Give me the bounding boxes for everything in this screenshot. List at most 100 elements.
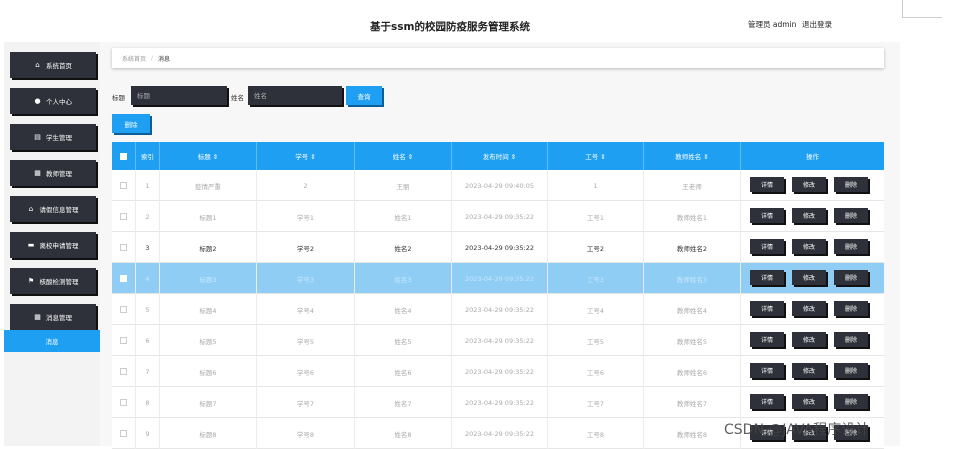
delete-row-button[interactable]: 删除 <box>834 301 868 316</box>
detail-button[interactable]: 详情 <box>750 208 784 223</box>
row-checkbox[interactable] <box>120 182 127 189</box>
name-search-input[interactable] <box>248 86 342 105</box>
row-checkbox[interactable] <box>120 306 127 313</box>
edit-button[interactable]: 修改 <box>792 208 826 223</box>
cell-name: 王丽 <box>355 170 452 201</box>
table-row[interactable]: 2 标题1 学号1 姓名1 2023-04-29 09:35:22 工号1 教师姓名1 详情修… <box>112 201 884 232</box>
row-checkbox[interactable] <box>120 368 127 375</box>
cell-time: 2023-04-29 09:35:22 <box>452 356 548 387</box>
cell-xuehao: 学号3 <box>257 263 355 294</box>
cell-name: 姓名1 <box>355 201 452 232</box>
cell-time: 2023-04-29 09:35:22 <box>452 325 548 356</box>
sidebar-item-label: 个人中心 <box>46 98 72 106</box>
table-row[interactable]: 4 标题3 学号3 姓名3 2023-04-29 09:35:22 工号3 教师姓名3 详情修… <box>112 263 884 294</box>
sidebar-subitem-messages[interactable]: 消息 <box>4 330 100 352</box>
sidebar-item-departure[interactable]: ▬ 离校申请管理 <box>10 232 96 258</box>
breadcrumb-home[interactable]: 系统首页 <box>122 54 146 63</box>
header-name[interactable]: 姓名 ⇕ <box>355 142 452 170</box>
detail-button[interactable]: 详情 <box>750 363 784 378</box>
cell-title: 标题7 <box>160 387 257 418</box>
cell-select[interactable] <box>112 294 136 325</box>
delete-row-button[interactable]: 删除 <box>834 208 868 223</box>
cell-select[interactable] <box>112 356 136 387</box>
title-search-input[interactable] <box>131 86 227 105</box>
table-row[interactable]: 8 标题7 学号7 姓名7 2023-04-29 09:35:22 工号7 教师姓名7 详情修… <box>112 387 884 418</box>
edit-button[interactable]: 修改 <box>792 301 826 316</box>
delete-row-button[interactable]: 删除 <box>834 394 868 409</box>
sidebar-item-messages[interactable]: ▦ 消息管理 <box>10 304 96 330</box>
edit-button[interactable]: 修改 <box>792 332 826 347</box>
delete-row-button[interactable]: 删除 <box>834 177 868 192</box>
row-checkbox[interactable] <box>120 399 127 406</box>
delete-row-button[interactable]: 删除 <box>834 332 868 347</box>
cell-name: 姓名3 <box>355 263 452 294</box>
cell-index: 3 <box>136 232 160 263</box>
cell-gonghao: 工号7 <box>548 387 644 418</box>
header-select-all[interactable] <box>112 142 136 170</box>
row-checkbox[interactable] <box>120 337 127 344</box>
sidebar-item-home[interactable]: ⌂ 系统首页 <box>10 52 96 78</box>
detail-button[interactable]: 详情 <box>750 177 784 192</box>
cell-select[interactable] <box>112 232 136 263</box>
edit-button[interactable]: 修改 <box>792 270 826 285</box>
delete-row-button[interactable]: 删除 <box>834 363 868 378</box>
sidebar-item-leave[interactable]: ⌂ 请假信息管理 <box>10 196 96 222</box>
row-checkbox[interactable] <box>120 244 127 251</box>
detail-button[interactable]: 详情 <box>750 332 784 347</box>
flag-icon: ⚑ <box>27 276 35 285</box>
edit-button[interactable]: 修改 <box>792 177 826 192</box>
delete-button[interactable]: 删除 <box>112 114 150 133</box>
edit-button[interactable]: 修改 <box>792 239 826 254</box>
cell-index: 1 <box>136 170 160 201</box>
cell-select[interactable] <box>112 387 136 418</box>
query-button[interactable]: 查询 <box>346 86 382 105</box>
row-checkbox[interactable] <box>120 275 127 282</box>
cell-teacher: 教师姓名3 <box>644 263 741 294</box>
edit-button[interactable]: 修改 <box>792 363 826 378</box>
detail-button[interactable]: 详情 <box>750 239 784 254</box>
table-row[interactable]: 5 标题4 学号4 姓名4 2023-04-29 09:35:22 工号4 教师姓名4 详情修… <box>112 294 884 325</box>
table-row[interactable]: 7 标题6 学号6 姓名6 2023-04-29 09:35:22 工号6 教师姓名6 详情修… <box>112 356 884 387</box>
header-index: 索引 <box>136 142 160 170</box>
header-gonghao[interactable]: 工号 ⇕ <box>548 142 644 170</box>
edit-button[interactable]: 修改 <box>792 394 826 409</box>
row-checkbox[interactable] <box>120 430 127 437</box>
delete-row-button[interactable]: 删除 <box>834 270 868 285</box>
detail-button[interactable]: 详情 <box>750 270 784 285</box>
checkbox[interactable] <box>120 152 127 160</box>
sidebar-item-students[interactable]: ▤ 学生管理 <box>10 124 96 150</box>
table-row[interactable]: 1 疫情严重 2 王丽 2023-04-29 09:40:05 1 王老师 详情 修改 删除 <box>112 170 884 201</box>
cell-teacher: 教师姓名1 <box>644 201 741 232</box>
list-icon: ▤ <box>34 132 41 141</box>
detail-button[interactable]: 详情 <box>750 301 784 316</box>
cell-title: 标题8 <box>160 418 257 449</box>
cell-index: 6 <box>136 325 160 356</box>
header-teacher[interactable]: 教师姓名 ⇕ <box>644 142 741 170</box>
table-header: 索引 标题 ⇕ 学号 ⇕ 姓名 ⇕ 发布时间 ⇕ 工号 ⇕ 教师姓名 ⇕ 操作 <box>112 142 884 170</box>
header-xuehao[interactable]: 学号 ⇕ <box>257 142 355 170</box>
sidebar-item-teachers[interactable]: ▦ 教师管理 <box>10 160 96 186</box>
cell-select[interactable] <box>112 418 136 449</box>
table-row[interactable]: 6 标题5 学号5 姓名5 2023-04-29 09:35:22 工号5 教师姓名5 详情修… <box>112 325 884 356</box>
cell-title: 标题3 <box>160 263 257 294</box>
cell-gonghao: 工号5 <box>548 325 644 356</box>
cell-select[interactable] <box>112 170 136 201</box>
grid-icon: ▦ <box>34 312 41 321</box>
table-row[interactable]: 3 标题2 学号2 姓名2 2023-04-29 09:35:22 工号2 教师姓名2 详情修… <box>112 232 884 263</box>
cell-select[interactable] <box>112 325 136 356</box>
cell-teacher: 教师姓名7 <box>644 387 741 418</box>
logout-link[interactable]: 退出登录 <box>802 19 832 30</box>
sidebar-item-nucleic[interactable]: ⚑ 核酸检测管理 <box>10 268 96 294</box>
cell-time: 2023-04-29 09:40:05 <box>452 170 548 201</box>
row-checkbox[interactable] <box>120 213 127 220</box>
detail-button[interactable]: 详情 <box>750 394 784 409</box>
header-time[interactable]: 发布时间 ⇕ <box>452 142 548 170</box>
cell-xuehao: 学号1 <box>257 201 355 232</box>
cell-select[interactable] <box>112 263 136 294</box>
header-title[interactable]: 标题 ⇕ <box>160 142 257 170</box>
cell-select[interactable] <box>112 201 136 232</box>
cell-index: 5 <box>136 294 160 325</box>
delete-row-button[interactable]: 删除 <box>834 239 868 254</box>
cell-title: 标题1 <box>160 201 257 232</box>
sidebar-item-profile[interactable]: ● 个人中心 <box>10 88 96 114</box>
